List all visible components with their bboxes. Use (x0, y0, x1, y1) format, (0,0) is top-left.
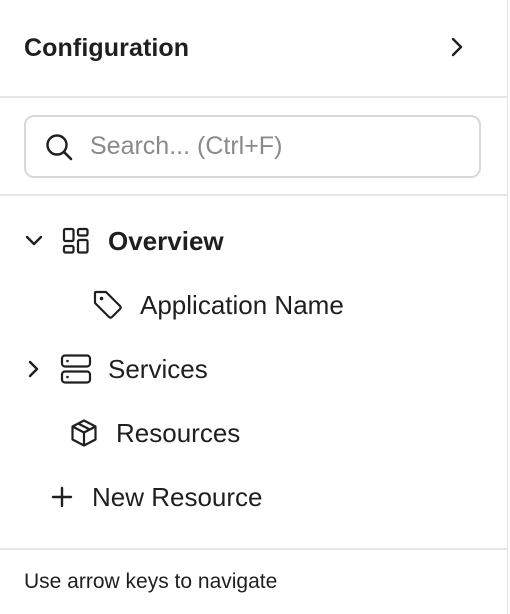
tree-item-resources[interactable]: Resources (0, 405, 507, 461)
package-icon (68, 417, 100, 449)
tree-item-services[interactable]: Services (0, 341, 507, 397)
tree-item-label: Services (108, 353, 208, 384)
chevron-right-icon[interactable] (22, 357, 46, 381)
layout-dashboard-icon (61, 226, 91, 256)
config-tree: Overview Application Name Services Resou… (0, 196, 507, 548)
plus-icon (50, 485, 74, 509)
search-box[interactable] (24, 115, 481, 178)
chevron-right-icon (448, 36, 466, 58)
panel-title: Configuration (24, 33, 190, 62)
tree-item-overview[interactable]: Overview (0, 213, 507, 269)
tree-item-label: Application Name (140, 289, 344, 320)
chevron-down-icon[interactable] (22, 229, 46, 253)
new-resource-label: New Resource (92, 481, 263, 512)
server-icon (60, 353, 92, 385)
tree-item-application-name[interactable]: Application Name (0, 277, 507, 333)
configuration-panel: Configuration Search... (Ctrl+F) Overvie… (0, 0, 508, 614)
tree-item-label: Overview (108, 225, 224, 256)
collapse-panel-button[interactable] (441, 31, 473, 63)
search-input[interactable] (90, 132, 461, 161)
keyboard-hint: Use arrow keys to navigate (24, 570, 278, 593)
panel-footer: Use arrow keys to navigate (0, 548, 507, 614)
search-section (0, 98, 507, 196)
tag-icon (92, 289, 124, 321)
new-resource-button[interactable]: New Resource (0, 469, 507, 525)
tree-item-label: Resources (116, 417, 241, 448)
panel-header: Configuration (0, 0, 507, 98)
search-icon (44, 132, 74, 162)
